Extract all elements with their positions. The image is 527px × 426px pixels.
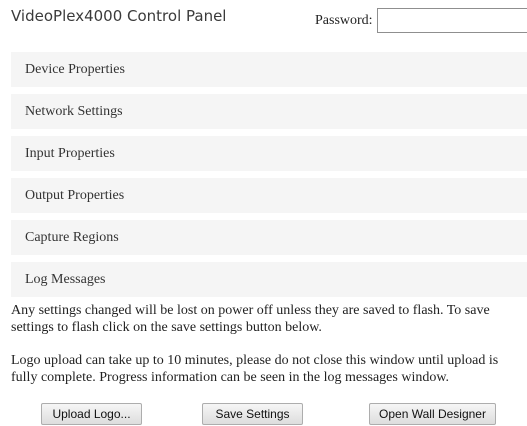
settings-accordion: Device Properties Network Settings Input… <box>11 52 527 304</box>
password-input[interactable] <box>377 8 527 33</box>
save-settings-button[interactable]: Save Settings <box>202 403 303 425</box>
save-notice-text: Any settings changed will be lost on pow… <box>11 303 490 335</box>
page-title: VideoPlex4000 Control Panel <box>11 7 227 25</box>
section-network-settings[interactable]: Network Settings <box>11 94 527 129</box>
password-label: Password: <box>315 13 373 28</box>
upload-logo-button[interactable]: Upload Logo... <box>41 403 142 425</box>
open-wall-designer-button[interactable]: Open Wall Designer <box>369 403 496 425</box>
section-device-properties[interactable]: Device Properties <box>11 52 527 87</box>
section-capture-regions[interactable]: Capture Regions <box>11 220 527 255</box>
section-output-properties[interactable]: Output Properties <box>11 178 527 213</box>
section-log-messages[interactable]: Log Messages <box>11 262 527 297</box>
logo-upload-notice-text: Logo upload can take up to 10 minutes, p… <box>11 353 499 385</box>
section-input-properties[interactable]: Input Properties <box>11 136 527 171</box>
